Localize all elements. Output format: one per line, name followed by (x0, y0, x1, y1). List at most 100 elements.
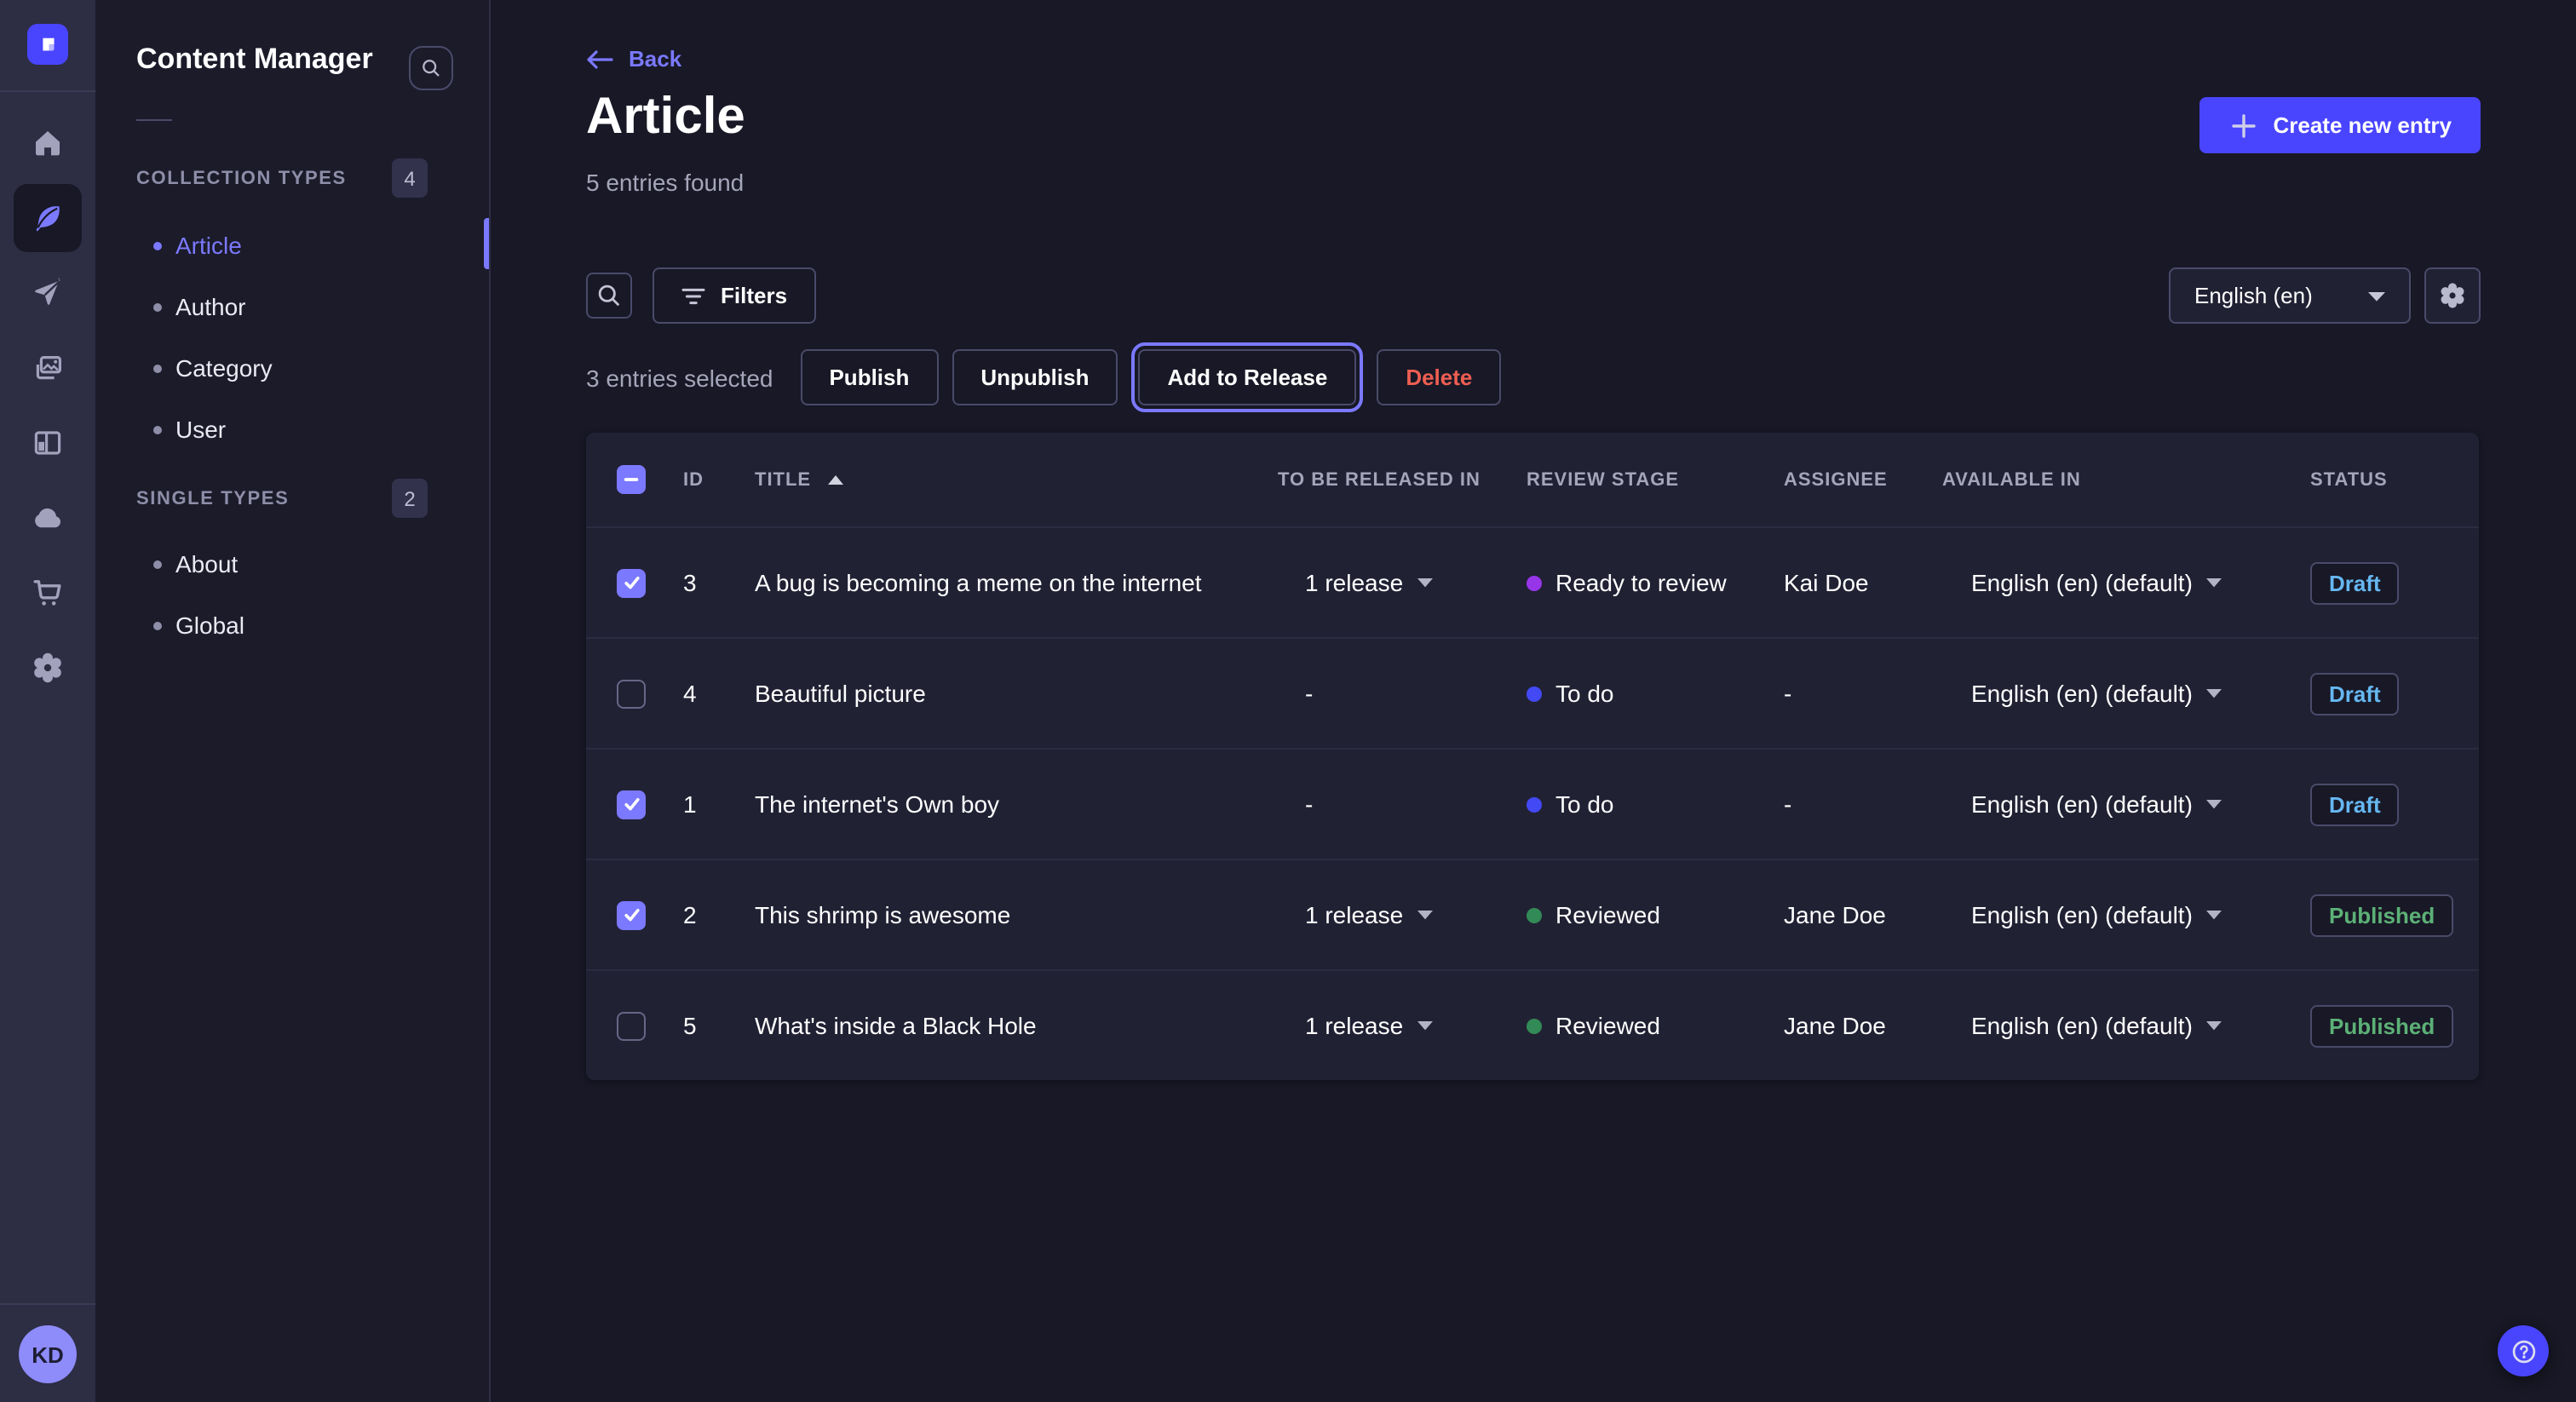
filters-button[interactable]: Filters (653, 267, 816, 324)
cell-title[interactable]: The internet's Own boy (755, 790, 1278, 818)
stage-dot-icon (1527, 907, 1542, 922)
cell-review-stage: Ready to review (1520, 569, 1777, 596)
table-row[interactable]: 3A bug is becoming a meme on the interne… (586, 526, 2479, 637)
help-button[interactable] (2498, 1325, 2549, 1376)
status-badge: Draft (2310, 672, 2400, 715)
status-badge: Published (2310, 1004, 2453, 1047)
cell-assignee: Jane Doe (1777, 901, 1942, 928)
row-checkbox[interactable] (617, 900, 646, 929)
content-manager-icon[interactable] (14, 184, 82, 252)
back-link[interactable]: Back (586, 46, 681, 72)
settings-icon[interactable] (14, 634, 82, 702)
cell-to-be-released-in[interactable]: 1 release (1278, 569, 1520, 596)
collection-types-list: Article Author Category User (109, 215, 475, 460)
entries-count: 5 entries found (586, 169, 744, 196)
cell-review-stage: To do (1520, 680, 1777, 707)
row-checkbox[interactable] (617, 568, 646, 597)
chevron-down-icon (2206, 577, 2222, 588)
create-new-entry-button[interactable]: Create new entry (2199, 97, 2481, 153)
user-avatar[interactable]: KD (19, 1325, 77, 1383)
strapi-logo-icon (34, 31, 61, 58)
cell-status: Published (2307, 893, 2479, 936)
sidebar-item-global[interactable]: Global (109, 595, 475, 656)
cell-id: 1 (683, 790, 755, 818)
sidebar-item-label: Category (175, 354, 273, 382)
unpublish-button[interactable]: Unpublish (952, 349, 1118, 405)
bullet-icon (153, 425, 162, 434)
rail-bottom: KD (0, 1303, 95, 1402)
collection-types-label: COLLECTION TYPES (136, 168, 347, 188)
active-item-indicator (484, 218, 489, 269)
table-row[interactable]: 1The internet's Own boy-To do-English (e… (586, 748, 2479, 859)
cell-id: 3 (683, 569, 755, 596)
column-header-id: ID (683, 469, 755, 490)
column-header-review-stage: REVIEW STAGE (1520, 469, 1777, 490)
select-all-checkbox[interactable] (617, 465, 646, 494)
cell-available-in[interactable]: English (en) (default) (1942, 1012, 2307, 1039)
releases-icon[interactable] (14, 259, 82, 327)
cell-title[interactable]: A bug is becoming a meme on the internet (755, 569, 1278, 596)
column-header-available-in: AVAILABLE IN (1942, 469, 2307, 490)
cell-to-be-released-in[interactable]: 1 release (1278, 901, 1520, 928)
cell-assignee: - (1777, 680, 1942, 707)
rail-divider (0, 90, 95, 92)
sidebar-item-article[interactable]: Article (109, 215, 475, 276)
chevron-down-icon (2206, 910, 2222, 920)
row-checkbox[interactable] (617, 790, 646, 819)
cell-available-in[interactable]: English (en) (default) (1942, 790, 2307, 818)
cell-available-in[interactable]: English (en) (default) (1942, 569, 2307, 596)
sidebar-item-label: User (175, 416, 226, 443)
cell-title[interactable]: This shrimp is awesome (755, 901, 1278, 928)
sidebar-search-button[interactable] (409, 46, 453, 90)
cell-assignee: - (1777, 790, 1942, 818)
table-header-row: ID TITLE TO BE RELEASED IN REVIEW STAGE … (586, 433, 2479, 526)
cell-to-be-released-in[interactable]: - (1278, 790, 1520, 818)
cell-title[interactable]: Beautiful picture (755, 680, 1278, 707)
rail-nav (14, 109, 82, 702)
sidebar-item-user[interactable]: User (109, 399, 475, 460)
cell-to-be-released-in[interactable]: 1 release (1278, 1012, 1520, 1039)
locale-select[interactable]: English (en) (2169, 267, 2411, 324)
row-checkbox[interactable] (617, 679, 646, 708)
view-settings-button[interactable] (2424, 267, 2481, 324)
sidebar-item-category[interactable]: Category (109, 337, 475, 399)
bullet-icon (153, 364, 162, 372)
table-row[interactable]: 2This shrimp is awesome1 releaseReviewed… (586, 859, 2479, 969)
marketplace-icon[interactable] (14, 559, 82, 627)
cell-available-in[interactable]: English (en) (default) (1942, 680, 2307, 707)
icon-rail: KD (0, 0, 95, 1402)
publish-button[interactable]: Publish (800, 349, 938, 405)
table-body: 3A bug is becoming a meme on the interne… (586, 526, 2479, 1080)
cell-to-be-released-in[interactable]: - (1278, 680, 1520, 707)
sidebar-item-author[interactable]: Author (109, 276, 475, 337)
check-icon (621, 905, 641, 925)
table-row[interactable]: 5What's inside a Black Hole1 releaseRevi… (586, 969, 2479, 1080)
add-to-release-button[interactable]: Add to Release (1138, 349, 1356, 405)
delete-button[interactable]: Delete (1377, 349, 1501, 405)
cell-available-in[interactable]: English (en) (default) (1942, 901, 2307, 928)
column-header-title[interactable]: TITLE (755, 469, 1278, 490)
filter-icon (681, 287, 705, 304)
sidebar-item-label: About (175, 550, 238, 577)
sidebar-item-label: Article (175, 232, 242, 259)
content-type-builder-icon[interactable] (14, 409, 82, 477)
home-icon[interactable] (14, 109, 82, 177)
create-new-entry-label: Create new entry (2273, 112, 2452, 138)
table-row[interactable]: 4Beautiful picture-To do-English (en) (d… (586, 637, 2479, 748)
deploy-cloud-icon[interactable] (14, 484, 82, 552)
cell-assignee: Kai Doe (1777, 569, 1942, 596)
cell-id: 5 (683, 1012, 755, 1039)
bullet-icon (153, 241, 162, 250)
sidebar-divider (136, 119, 172, 121)
media-library-icon[interactable] (14, 334, 82, 402)
row-checkbox[interactable] (617, 1011, 646, 1040)
strapi-logo[interactable] (27, 24, 68, 65)
locale-value: English (en) (2194, 283, 2313, 308)
search-button[interactable] (586, 273, 632, 319)
cell-title[interactable]: What's inside a Black Hole (755, 1012, 1278, 1039)
column-header-released: TO BE RELEASED IN (1278, 469, 1520, 490)
sidebar-item-about[interactable]: About (109, 533, 475, 595)
stage-dot-icon (1527, 686, 1542, 701)
chevron-down-icon (2368, 290, 2385, 301)
cell-status: Draft (2307, 561, 2479, 604)
